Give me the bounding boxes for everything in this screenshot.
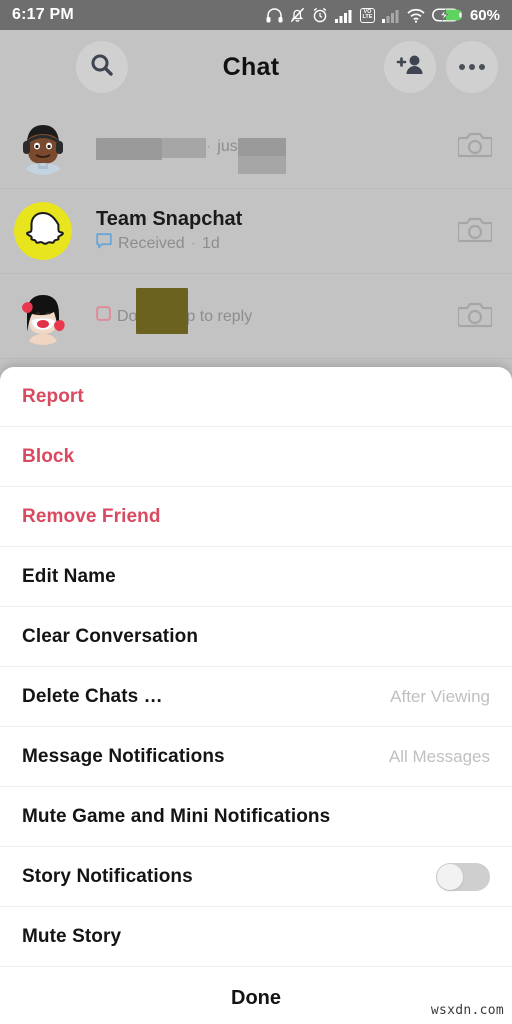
sheet-item-label: Block [22,445,75,467]
status-separator: · [190,235,197,252]
sheet-item-label: Report [22,385,84,407]
snap-square-icon [96,306,111,328]
action-sheet: Report Block Remove Friend Edit Name Cle… [0,367,512,1024]
sheet-item-story-notifications[interactable]: Story Notifications [0,847,512,907]
bell-muted-icon [290,7,305,23]
redaction-block [162,138,206,158]
sheet-item-edit-name[interactable]: Edit Name [0,547,512,607]
camera-icon[interactable] [456,214,494,249]
chat-row-text: Double-tap to reply [96,288,458,334]
signal-bars-secondary-icon [381,8,400,23]
bitmoji-mask-avatar [14,287,72,345]
camera-icon[interactable] [456,299,494,334]
sheet-item-label: Clear Conversation [22,625,199,647]
chat-row-status: Received · 1d [96,232,458,256]
sheet-item-remove-friend[interactable]: Remove Friend [0,487,512,547]
sheet-item-report[interactable]: Report [0,367,512,427]
camera-icon[interactable] [456,129,494,164]
status-time: 6:17 PM [12,6,74,23]
add-friend-button[interactable] [384,41,436,93]
battery-percent: 60% [469,6,500,24]
story-notifications-toggle[interactable] [436,862,490,891]
volte-icon: VO LTE [359,7,375,23]
redaction-block [136,288,188,334]
snapchat-ghost-avatar [14,202,72,260]
watermark: wsxdn.com [430,1003,504,1018]
more-options-icon [459,64,485,70]
add-friend-icon [395,52,425,83]
avatar[interactable] [14,202,72,260]
redaction-block [96,138,162,160]
redaction-block [238,156,286,174]
sheet-item-delete-chats[interactable]: Delete Chats … After Viewing [0,667,512,727]
chat-row-text: Team Snapchat Received · 1d [96,207,458,256]
wifi-icon [407,8,425,23]
toggle-knob [437,863,463,890]
status-icons: VO LTE 60% [266,7,500,24]
sheet-item-label: Story Notifications [22,865,193,887]
chat-row-status-text: Received [118,235,185,252]
sheet-item-clear-conversation[interactable]: Clear Conversation [0,607,512,667]
status-separator: · [205,138,212,155]
alarm-clock-icon [312,7,328,23]
sheet-item-label: Remove Friend [22,505,161,527]
page-title: Chat [222,52,280,81]
sheet-item-value: All Messages [388,746,490,766]
status-bar: 6:17 PM VO LTE 60% [0,0,512,30]
chat-row[interactable]: Double-tap to reply [0,274,512,359]
search-icon [89,52,115,83]
chat-row[interactable]: Screenshot · just now [0,104,512,189]
sheet-item-mute-game-mini-notifications[interactable]: Mute Game and Mini Notifications [0,787,512,847]
chat-list: Screenshot · just now [0,104,512,359]
chat-row-name: Team Snapchat [96,207,243,230]
sheet-item-label: Mute Game and Mini Notifications [22,805,331,827]
headphones-icon [266,7,283,23]
chat-row-text: Screenshot · just now [96,134,458,174]
header-actions [384,41,498,93]
chat-bubble-icon [96,232,112,256]
sheet-item-label: Delete Chats … [22,685,163,707]
chat-header: Chat [0,30,512,104]
signal-bars-icon [334,8,353,23]
more-options-button[interactable] [446,41,498,93]
sheet-item-mute-story[interactable]: Mute Story [0,907,512,967]
phone-screen: 6:17 PM VO LTE 60% Chat · just Team Snap… [0,0,512,1024]
sheet-item-block[interactable]: Block [0,427,512,487]
sheet-item-label: Mute Story [22,925,122,947]
battery-charging-icon [432,7,462,23]
sheet-item-message-notifications[interactable]: Message Notifications All Messages [0,727,512,787]
avatar[interactable] [14,117,72,175]
bitmoji-headphones-avatar [14,117,72,175]
chat-row-time: 1d [202,235,220,252]
avatar[interactable] [14,287,72,345]
sheet-item-label: Edit Name [22,565,116,587]
chat-row[interactable]: Team Snapchat Received · 1d [0,189,512,274]
sheet-item-label: Message Notifications [22,745,225,767]
sheet-item-value: After Viewing [390,686,490,706]
